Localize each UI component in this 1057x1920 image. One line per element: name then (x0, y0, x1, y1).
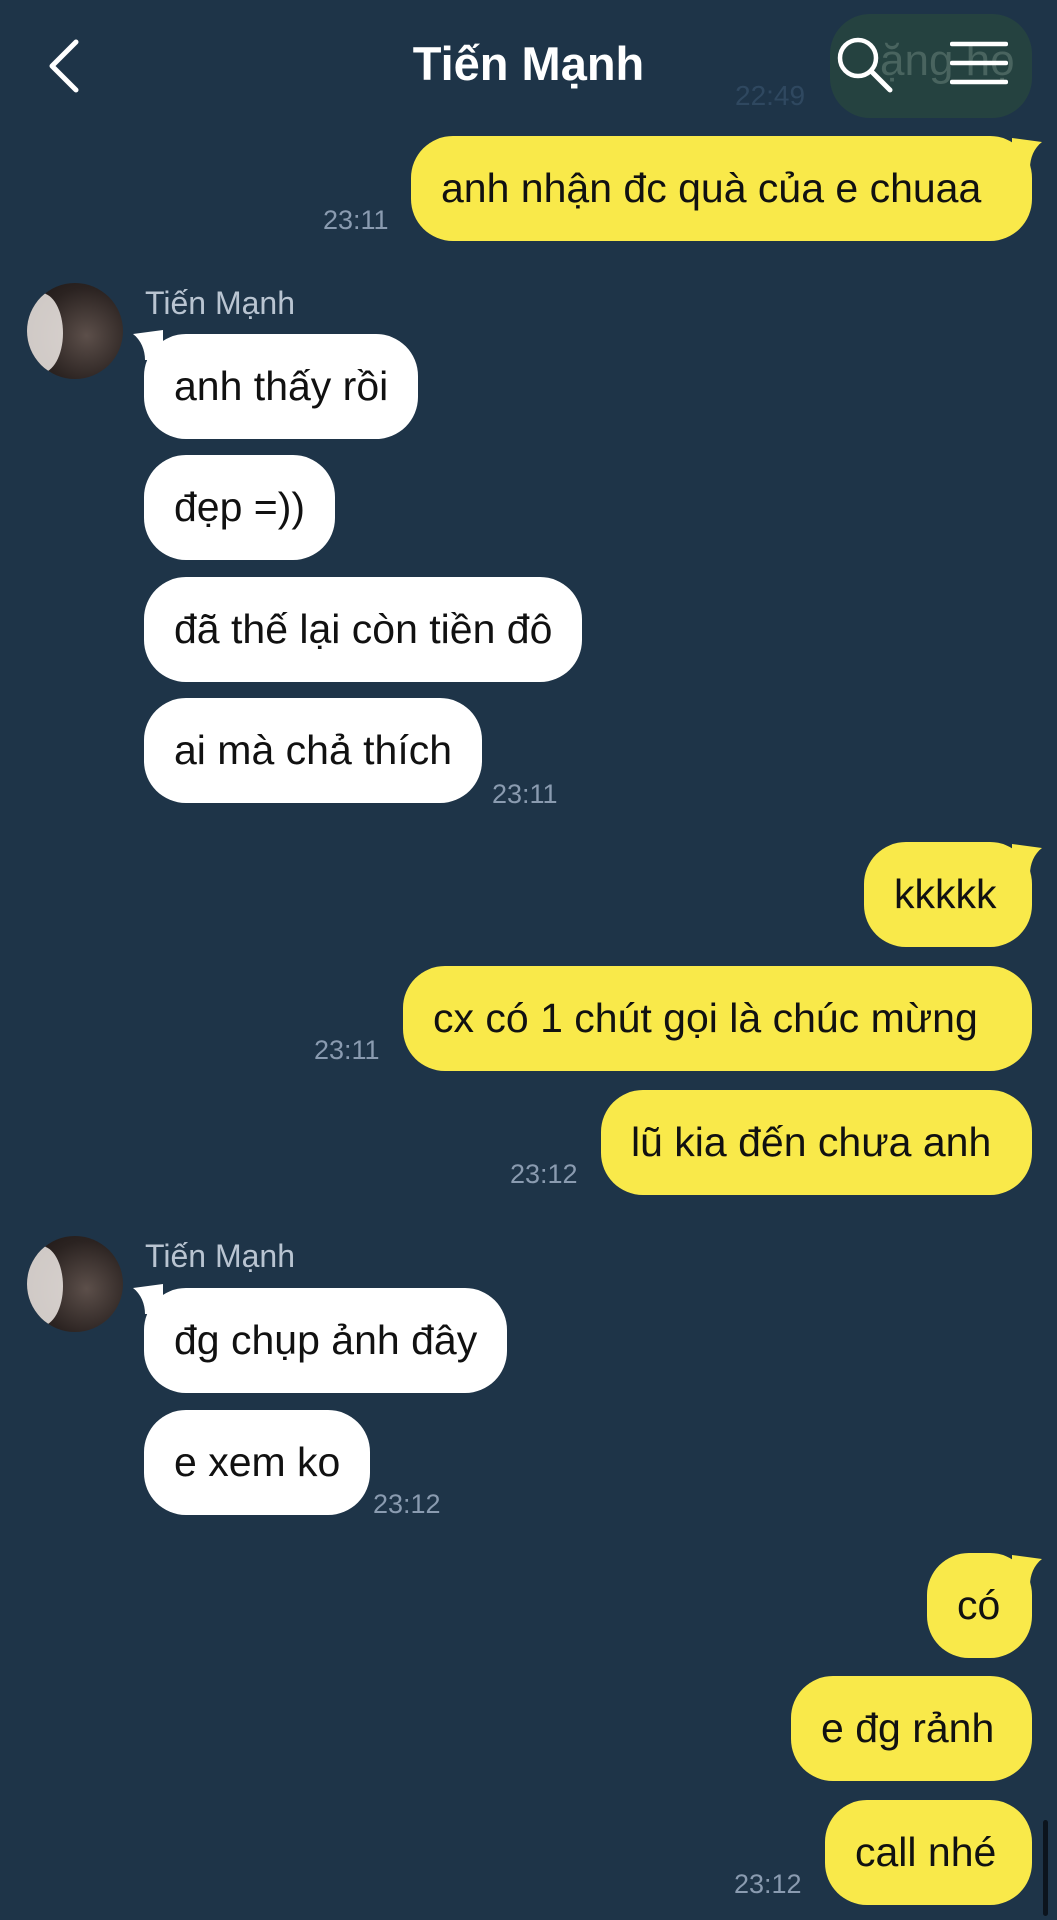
their-message-bubble[interactable]: đã thế lại còn tiền đô (144, 577, 583, 682)
message-text: lũ kia đến chưa anh (631, 1119, 992, 1165)
chat-title: Tiến Mạnh (412, 37, 645, 90)
message-timestamp: 23:11 (323, 205, 389, 235)
message-text: anh nhận đc quà của e chuaa (441, 165, 982, 211)
message-text: kkkkk (894, 871, 997, 917)
message-timestamp: 23:12 (510, 1159, 578, 1189)
message-text: đã thế lại còn tiền đô (174, 606, 553, 652)
message-text: có (957, 1582, 1001, 1628)
my-message-bubble[interactable]: lũ kia đến chưa anh (601, 1090, 1032, 1195)
their-message-bubble[interactable]: ai mà chả thích (144, 698, 483, 803)
search-icon[interactable] (834, 34, 894, 94)
message-text: call nhé (855, 1829, 997, 1875)
message-timestamp: 23:11 (314, 1035, 380, 1065)
scrollbar[interactable] (1043, 1820, 1048, 1916)
menu-icon[interactable] (950, 40, 1008, 86)
sender-name: Tiến Mạnh (145, 285, 295, 321)
message-timestamp: 23:12 (373, 1489, 441, 1519)
message-text: đẹp =)) (174, 484, 306, 530)
their-message-bubble[interactable]: đẹp =)) (144, 455, 336, 560)
message-text: cx có 1 chút gọi là chúc mừng (433, 995, 978, 1041)
sender-name: Tiến Mạnh (145, 1238, 295, 1274)
bubble-tail (1012, 844, 1042, 874)
message-timestamp: 23:11 (492, 779, 558, 809)
message-text: e đg rảnh (821, 1705, 995, 1751)
message-text: ai mà chả thích (174, 727, 453, 773)
message-text: e xem ko (174, 1439, 341, 1485)
avatar[interactable] (27, 1236, 123, 1332)
their-message-bubble[interactable]: anh thấy rồi (144, 334, 419, 439)
my-message-bubble[interactable]: kkkkk (864, 842, 1032, 947)
their-message-bubble[interactable]: đg chụp ảnh đây (144, 1288, 508, 1393)
their-message-bubble[interactable]: e xem ko (144, 1410, 371, 1515)
my-message-bubble[interactable]: anh nhận đc quà của e chuaa (411, 136, 1032, 241)
bubble-tail (1012, 138, 1042, 168)
message-text: đg chụp ảnh đây (174, 1317, 478, 1363)
avatar[interactable] (27, 283, 123, 379)
bubble-tail (1012, 1555, 1042, 1585)
message-text: anh thấy rồi (174, 363, 389, 409)
my-message-bubble[interactable]: e đg rảnh (791, 1676, 1032, 1781)
my-message-bubble[interactable]: cx có 1 chút gọi là chúc mừng (403, 966, 1032, 1071)
message-timestamp: 23:12 (734, 1869, 802, 1899)
my-message-bubble[interactable]: call nhé (825, 1800, 1032, 1905)
